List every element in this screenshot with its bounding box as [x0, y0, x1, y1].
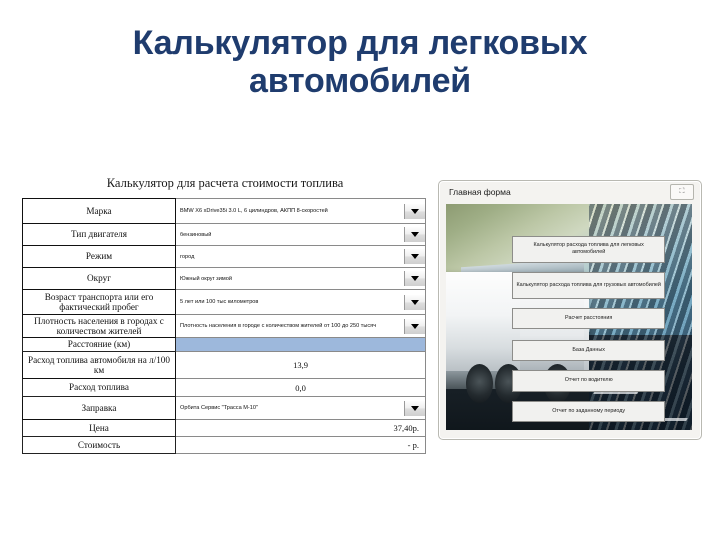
fuel-consumption-value: 0,0	[295, 382, 306, 393]
chevron-down-icon[interactable]	[404, 318, 425, 334]
calculator-subtitle: Калькулятор для расчета стоимости топлив…	[106, 176, 344, 190]
window-title: Главная форма	[449, 187, 511, 197]
table-row: Округ Южный округ зимой	[22, 267, 426, 290]
row-value-cell: - р.	[175, 436, 426, 454]
gas-station-value: Орбита Сервис "Трасса М-10"	[180, 405, 258, 411]
price-value: 37,40р.	[393, 423, 420, 433]
calculator-table: Марка BMW X6 xDrive35i 3.0 L, 6 цилиндро…	[22, 198, 426, 454]
main-form-window: Главная форма ⛶ Калькулятор расхода топл…	[438, 180, 702, 440]
window-title-bar: Главная форма ⛶	[439, 181, 701, 203]
row-label: Расход топлива автомобиля на л/100 км	[22, 351, 176, 379]
table-row: Заправка Орбита Сервис "Трасса М-10"	[22, 396, 426, 420]
row-value-cell: 37,40р.	[175, 419, 426, 437]
engine-type-value: бензиновый	[180, 231, 212, 238]
row-value-cell: 0,0	[175, 378, 426, 397]
table-row: Расход топлива 0,0	[22, 378, 426, 397]
screenshot-composite: Калькулятор для расчета стоимости топлив…	[18, 172, 702, 454]
row-label: Тип двигателя	[22, 223, 176, 246]
table-row: Плотность населения в городах с количест…	[22, 314, 426, 338]
database-button[interactable]: База Данных	[512, 339, 665, 362]
row-label: Плотность населения в городах с количест…	[22, 314, 176, 338]
maximize-icon[interactable]: ⛶	[670, 184, 694, 200]
table-row: Тип двигателя бензиновый	[22, 223, 426, 246]
table-row: Марка BMW X6 xDrive35i 3.0 L, 6 цилиндро…	[22, 198, 426, 224]
row-value-cell[interactable]: Плотность населения в городе с количеств…	[175, 314, 426, 338]
table-row: Расстояние (км)	[22, 337, 426, 352]
distance-input[interactable]	[175, 337, 426, 352]
mode-value: город	[180, 253, 195, 260]
row-label: Заправка	[22, 396, 176, 420]
table-row: Режим город	[22, 245, 426, 268]
row-value-cell[interactable]: 5 лет или 100 тыс километров	[175, 289, 426, 315]
page-title: Калькулятор для легковых автомобилей	[132, 24, 588, 100]
table-row: Возраст транспорта или его фактический п…	[22, 289, 426, 315]
row-label: Марка	[22, 198, 176, 224]
chevron-down-icon[interactable]	[404, 271, 425, 286]
row-label: Цена	[22, 419, 176, 437]
row-label: Стоимость	[22, 436, 176, 454]
table-row: Расход топлива автомобиля на л/100 км 13…	[22, 351, 426, 379]
row-label: Округ	[22, 267, 176, 290]
passenger-car-calculator-button[interactable]: Калькулятор расхода топлива для легковых…	[512, 235, 665, 263]
chevron-down-icon[interactable]	[404, 294, 425, 310]
row-value-cell: 13,9	[175, 351, 426, 379]
district-value: Южный округ зимой	[180, 275, 232, 282]
row-value-cell[interactable]: Орбита Сервис "Трасса М-10"	[175, 396, 426, 420]
form-button-group: Калькулятор расхода топлива для легковых…	[446, 204, 692, 430]
chevron-down-icon[interactable]	[404, 203, 425, 219]
population-density-value: Плотность населения в городе с количеств…	[180, 323, 377, 329]
distance-calculation-button[interactable]: Расчет расстояния	[512, 307, 665, 330]
period-report-button[interactable]: Отчет по заданному периоду	[512, 400, 665, 423]
table-row: Цена 37,40р.	[22, 419, 426, 437]
chevron-down-icon[interactable]	[404, 227, 425, 242]
chevron-down-icon[interactable]	[404, 249, 425, 264]
fuel-cost-calculator: Калькулятор для расчета стоимости топлив…	[18, 172, 432, 454]
row-label: Возраст транспорта или его фактический п…	[22, 289, 176, 315]
table-row: Стоимость - р.	[22, 436, 426, 454]
truck-calculator-button[interactable]: Калькулятор расхода топлива для грузовых…	[512, 271, 665, 299]
row-label: Режим	[22, 245, 176, 268]
row-label: Расход топлива	[22, 378, 176, 397]
vehicle-age-value: 5 лет или 100 тыс километров	[180, 299, 259, 305]
marka-value: BMW X6 xDrive35i 3.0 L, 6 цилиндров, АКП…	[180, 208, 328, 214]
row-value-cell[interactable]: город	[175, 245, 426, 268]
consumption-per-100km-value: 13,9	[293, 360, 308, 370]
row-value-cell[interactable]: бензиновый	[175, 223, 426, 246]
row-value-cell[interactable]: BMW X6 xDrive35i 3.0 L, 6 цилиндров, АКП…	[175, 198, 426, 224]
form-background-photo: Калькулятор расхода топлива для легковых…	[446, 204, 692, 430]
driver-report-button[interactable]: Отчет по водителю	[512, 370, 665, 392]
total-cost-value: - р.	[407, 440, 419, 450]
chevron-down-icon[interactable]	[404, 400, 425, 416]
row-value-cell[interactable]: Южный округ зимой	[175, 267, 426, 290]
row-label: Расстояние (км)	[22, 337, 176, 352]
